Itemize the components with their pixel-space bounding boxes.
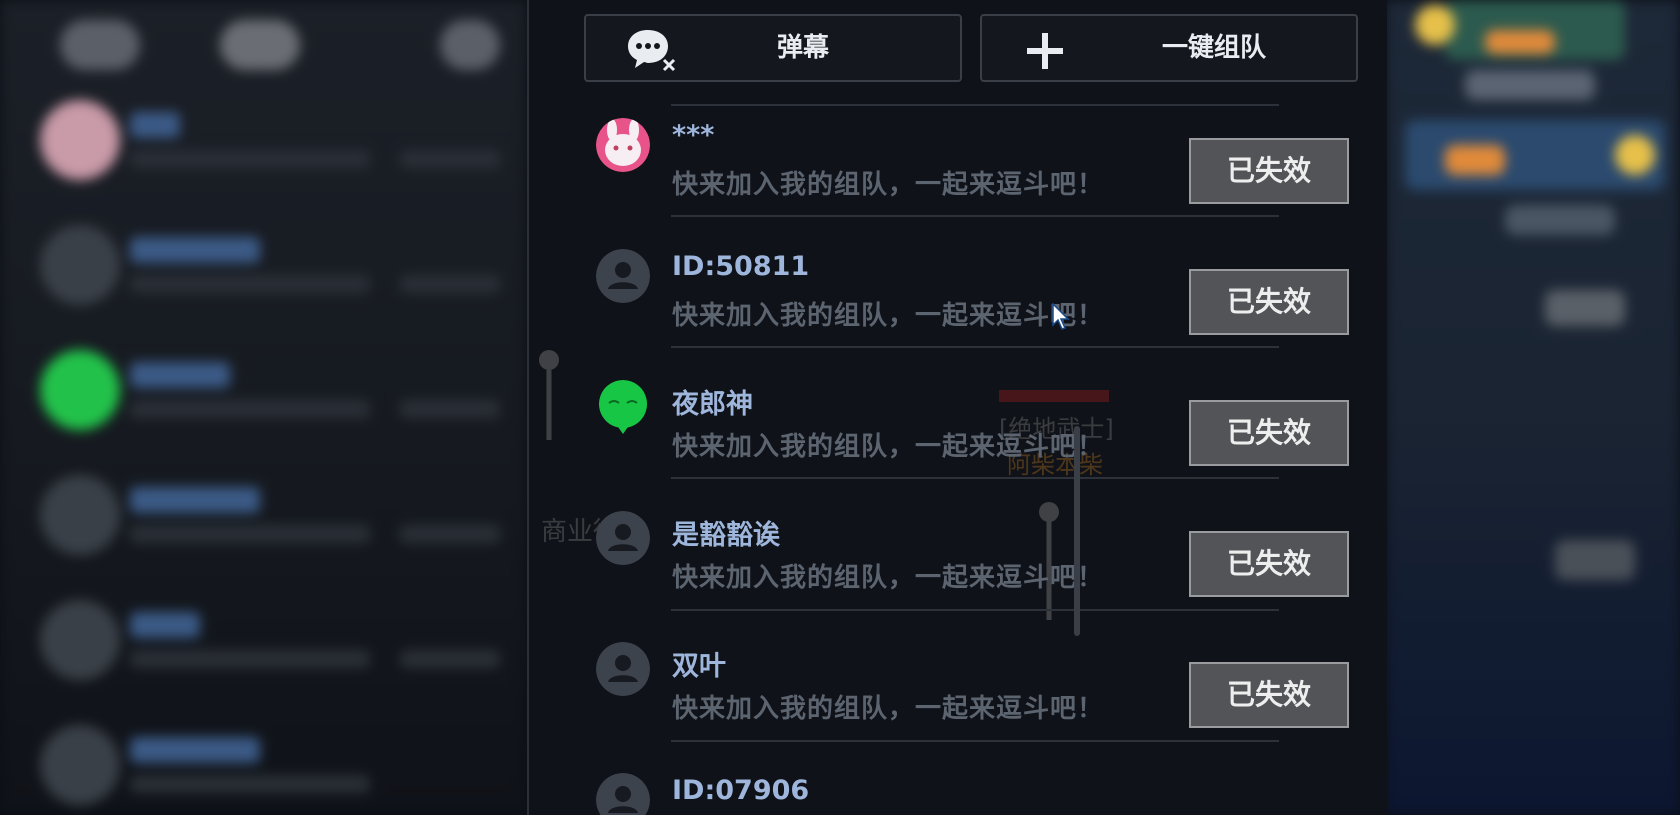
avatar[interactable]	[596, 249, 650, 303]
avatar[interactable]	[596, 642, 650, 696]
expired-button[interactable]: 已失效	[1189, 269, 1349, 335]
invite-item: 是豁豁诶 快来加入我的组队，一起来逗斗吧！ 已失效	[529, 511, 1387, 641]
team-invite-panel: [绝地武士] 阿柴本柴 商业街 弹幕 一键组队 *** 快来加入我的组队，一起来…	[527, 0, 1387, 815]
background-topbar	[60, 15, 500, 75]
invite-message: 快来加入我的组队，一起来逗斗吧！	[672, 301, 1105, 331]
scrollbar[interactable]	[1074, 426, 1080, 636]
user-silhouette-icon	[596, 249, 650, 303]
avatar[interactable]	[596, 118, 650, 172]
invite-name: ID:50811	[672, 251, 810, 282]
barrage-button[interactable]: 弹幕	[584, 14, 962, 82]
user-silhouette-icon	[596, 642, 650, 696]
rabbit-avatar-icon	[596, 118, 650, 172]
invite-name: 双叶	[672, 651, 726, 682]
expired-button[interactable]: 已失效	[1189, 400, 1349, 466]
divider	[671, 104, 1279, 106]
invite-item: 夜郎神 快来加入我的组队，一起来逗斗吧！ 已失效	[529, 380, 1387, 510]
invite-name: ***	[672, 120, 715, 151]
one-click-team-label: 一键组队	[1161, 33, 1266, 63]
invite-item: ID:50811 快来加入我的组队，一起来逗斗吧！ 已失效	[529, 249, 1387, 379]
divider	[671, 477, 1279, 479]
invite-message: 快来加入我的组队，一起来逗斗吧！	[672, 170, 1105, 200]
divider	[671, 740, 1279, 742]
invite-message: 快来加入我的组队，一起来逗斗吧！	[672, 432, 1105, 462]
user-silhouette-icon	[596, 511, 650, 565]
divider	[671, 346, 1279, 348]
green-face-avatar-icon	[599, 380, 647, 434]
invite-name: ID:07906	[672, 775, 810, 806]
invite-name: 是豁豁诶	[672, 520, 780, 551]
invite-item: *** 快来加入我的组队，一起来逗斗吧！ 已失效	[529, 118, 1387, 248]
divider	[671, 609, 1279, 611]
barrage-label: 弹幕	[776, 33, 829, 63]
user-silhouette-icon	[596, 773, 650, 815]
invite-item: 双叶 快来加入我的组队，一起来逗斗吧！ 已失效	[529, 642, 1387, 772]
invite-name: 夜郎神	[672, 389, 753, 420]
avatar[interactable]	[596, 380, 650, 434]
background-game-scene	[1385, 0, 1680, 815]
avatar[interactable]	[596, 773, 650, 815]
expired-button[interactable]: 已失效	[1189, 531, 1349, 597]
invite-message: 快来加入我的组队，一起来逗斗吧！	[672, 694, 1105, 724]
mouse-cursor-icon	[1052, 303, 1070, 330]
invite-item: ID:07906	[529, 773, 1387, 815]
invite-message: 快来加入我的组队，一起来逗斗吧！	[672, 563, 1105, 593]
one-click-team-button[interactable]: 一键组队	[980, 14, 1358, 82]
expired-button[interactable]: 已失效	[1189, 662, 1349, 728]
background-chat-list	[0, 0, 527, 815]
avatar[interactable]	[596, 511, 650, 565]
divider	[671, 215, 1279, 217]
expired-button[interactable]: 已失效	[1189, 138, 1349, 204]
